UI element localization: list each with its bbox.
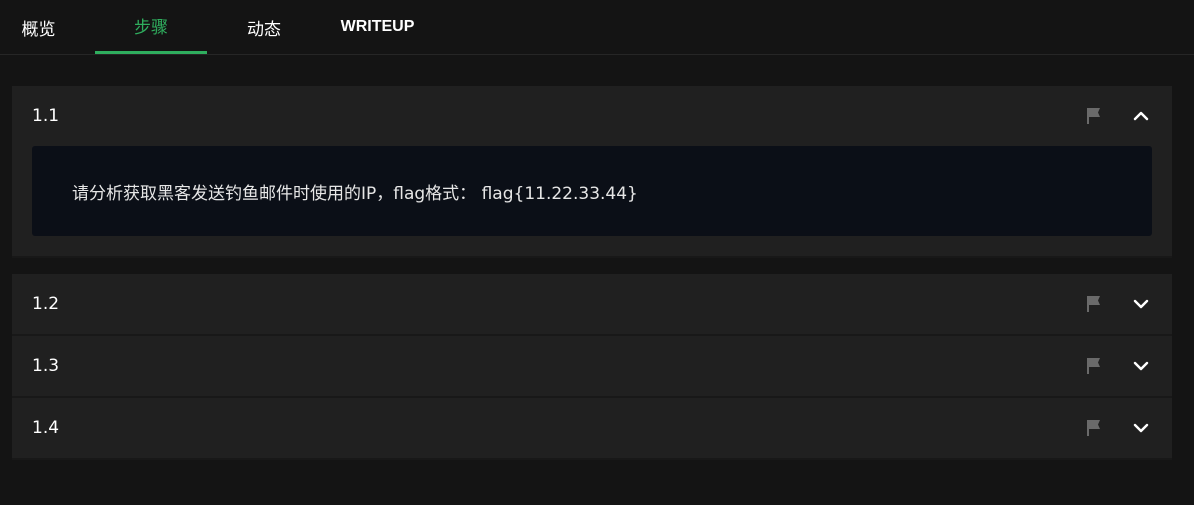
tab-steps[interactable]: 步骤 xyxy=(95,0,207,54)
step-item: 1.4 xyxy=(12,398,1172,460)
step-header[interactable]: 1.2 xyxy=(12,274,1172,334)
chevron-down-icon[interactable] xyxy=(1132,357,1150,375)
step-header[interactable]: 1.3 xyxy=(12,336,1172,396)
flag-icon[interactable] xyxy=(1084,294,1104,314)
tab-bar: 概览 步骤 动态 WRITEUP xyxy=(0,0,1194,55)
chevron-down-icon[interactable] xyxy=(1132,419,1150,437)
step-header[interactable]: 1.1 xyxy=(12,86,1172,146)
step-number: 1.4 xyxy=(32,418,60,438)
step-description: 请分析获取黑客发送钓鱼邮件时使用的IP，flag格式： flag{11.22.3… xyxy=(32,146,1152,236)
step-number: 1.2 xyxy=(32,294,60,314)
tab-overview[interactable]: 概览 xyxy=(0,0,77,54)
step-item: 1.2 xyxy=(12,274,1172,336)
flag-icon[interactable] xyxy=(1084,356,1104,376)
step-item: 1.1 请分析获取黑客发送钓鱼邮件时使用的IP，flag格式： flag{11.… xyxy=(12,86,1172,258)
step-number: 1.1 xyxy=(32,106,60,126)
chevron-down-icon[interactable] xyxy=(1132,295,1150,313)
chevron-up-icon[interactable] xyxy=(1132,107,1150,125)
steps-list: 1.1 请分析获取黑客发送钓鱼邮件时使用的IP，flag格式： flag{11.… xyxy=(12,86,1172,460)
flag-icon[interactable] xyxy=(1084,106,1104,126)
tab-writeup[interactable]: WRITEUP xyxy=(325,0,430,54)
tab-activity[interactable]: 动态 xyxy=(226,0,302,54)
step-header[interactable]: 1.4 xyxy=(12,398,1172,458)
step-number: 1.3 xyxy=(32,356,60,376)
flag-icon[interactable] xyxy=(1084,418,1104,438)
step-item: 1.3 xyxy=(12,336,1172,398)
